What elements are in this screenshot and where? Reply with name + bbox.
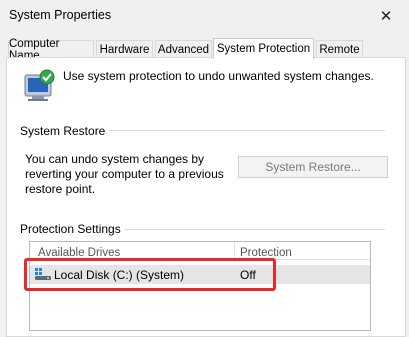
title-bar: System Properties ✕ [0, 0, 409, 32]
tab-computer-name[interactable]: Computer Name [8, 38, 94, 62]
tab-remote[interactable]: Remote [316, 40, 363, 58]
window-title: System Properties [9, 8, 112, 22]
system-restore-button[interactable]: System Restore... [238, 156, 388, 178]
tab-hardware[interactable]: Hardware [96, 40, 153, 58]
protection-settings-group-label: Protection Settings [20, 222, 125, 236]
column-separator[interactable] [234, 242, 235, 259]
close-icon: ✕ [379, 8, 393, 25]
close-button[interactable]: ✕ [363, 0, 409, 32]
system-protection-icon [24, 69, 55, 101]
intro-text: Use system protection to undo unwanted s… [63, 69, 374, 83]
highlight-annotation [24, 258, 276, 291]
system-restore-description: You can undo system changes by reverting… [25, 152, 224, 196]
tab-advanced[interactable]: Advanced [155, 40, 212, 58]
tab-system-protection[interactable]: System Protection [213, 38, 314, 59]
system-restore-group-label: System Restore [20, 124, 110, 138]
